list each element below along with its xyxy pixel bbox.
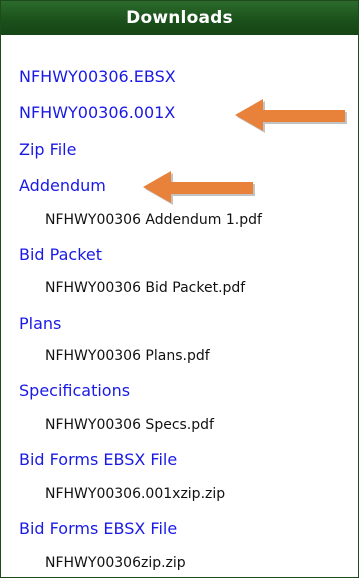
download-link-bid-forms-ebsx-2[interactable]: Bid Forms EBSX File: [19, 519, 177, 539]
file-specs-pdf: NFHWY00306 Specs.pdf: [45, 417, 214, 433]
download-link-specifications[interactable]: Specifications: [19, 381, 130, 401]
download-link-addendum[interactable]: Addendum: [19, 176, 106, 196]
file-001xzip-zip: NFHWY00306.001xzip.zip: [45, 486, 226, 502]
download-link-zip-file[interactable]: Zip File: [19, 140, 76, 160]
downloads-panel: Downloads NFHWY00306.EBSX NFHWY00306.001…: [0, 0, 359, 578]
arrow-left-icon: [143, 171, 255, 205]
file-bid-packet-pdf: NFHWY00306 Bid Packet.pdf: [45, 280, 246, 296]
file-addendum-1-pdf: NFHWY00306 Addendum 1.pdf: [45, 212, 262, 228]
download-link-ebsx[interactable]: NFHWY00306.EBSX: [19, 67, 176, 87]
downloads-title: Downloads: [126, 8, 233, 28]
download-link-plans[interactable]: Plans: [19, 314, 61, 334]
downloads-header: Downloads: [1, 1, 358, 35]
download-link-bid-forms-ebsx-1[interactable]: Bid Forms EBSX File: [19, 450, 177, 470]
arrow-left-icon: [235, 99, 347, 133]
download-link-001x[interactable]: NFHWY00306.001X: [19, 103, 175, 123]
download-link-bid-packet[interactable]: Bid Packet: [19, 245, 102, 265]
file-plans-pdf: NFHWY00306 Plans.pdf: [45, 348, 210, 364]
file-zip-zip: NFHWY00306zip.zip: [45, 555, 186, 571]
